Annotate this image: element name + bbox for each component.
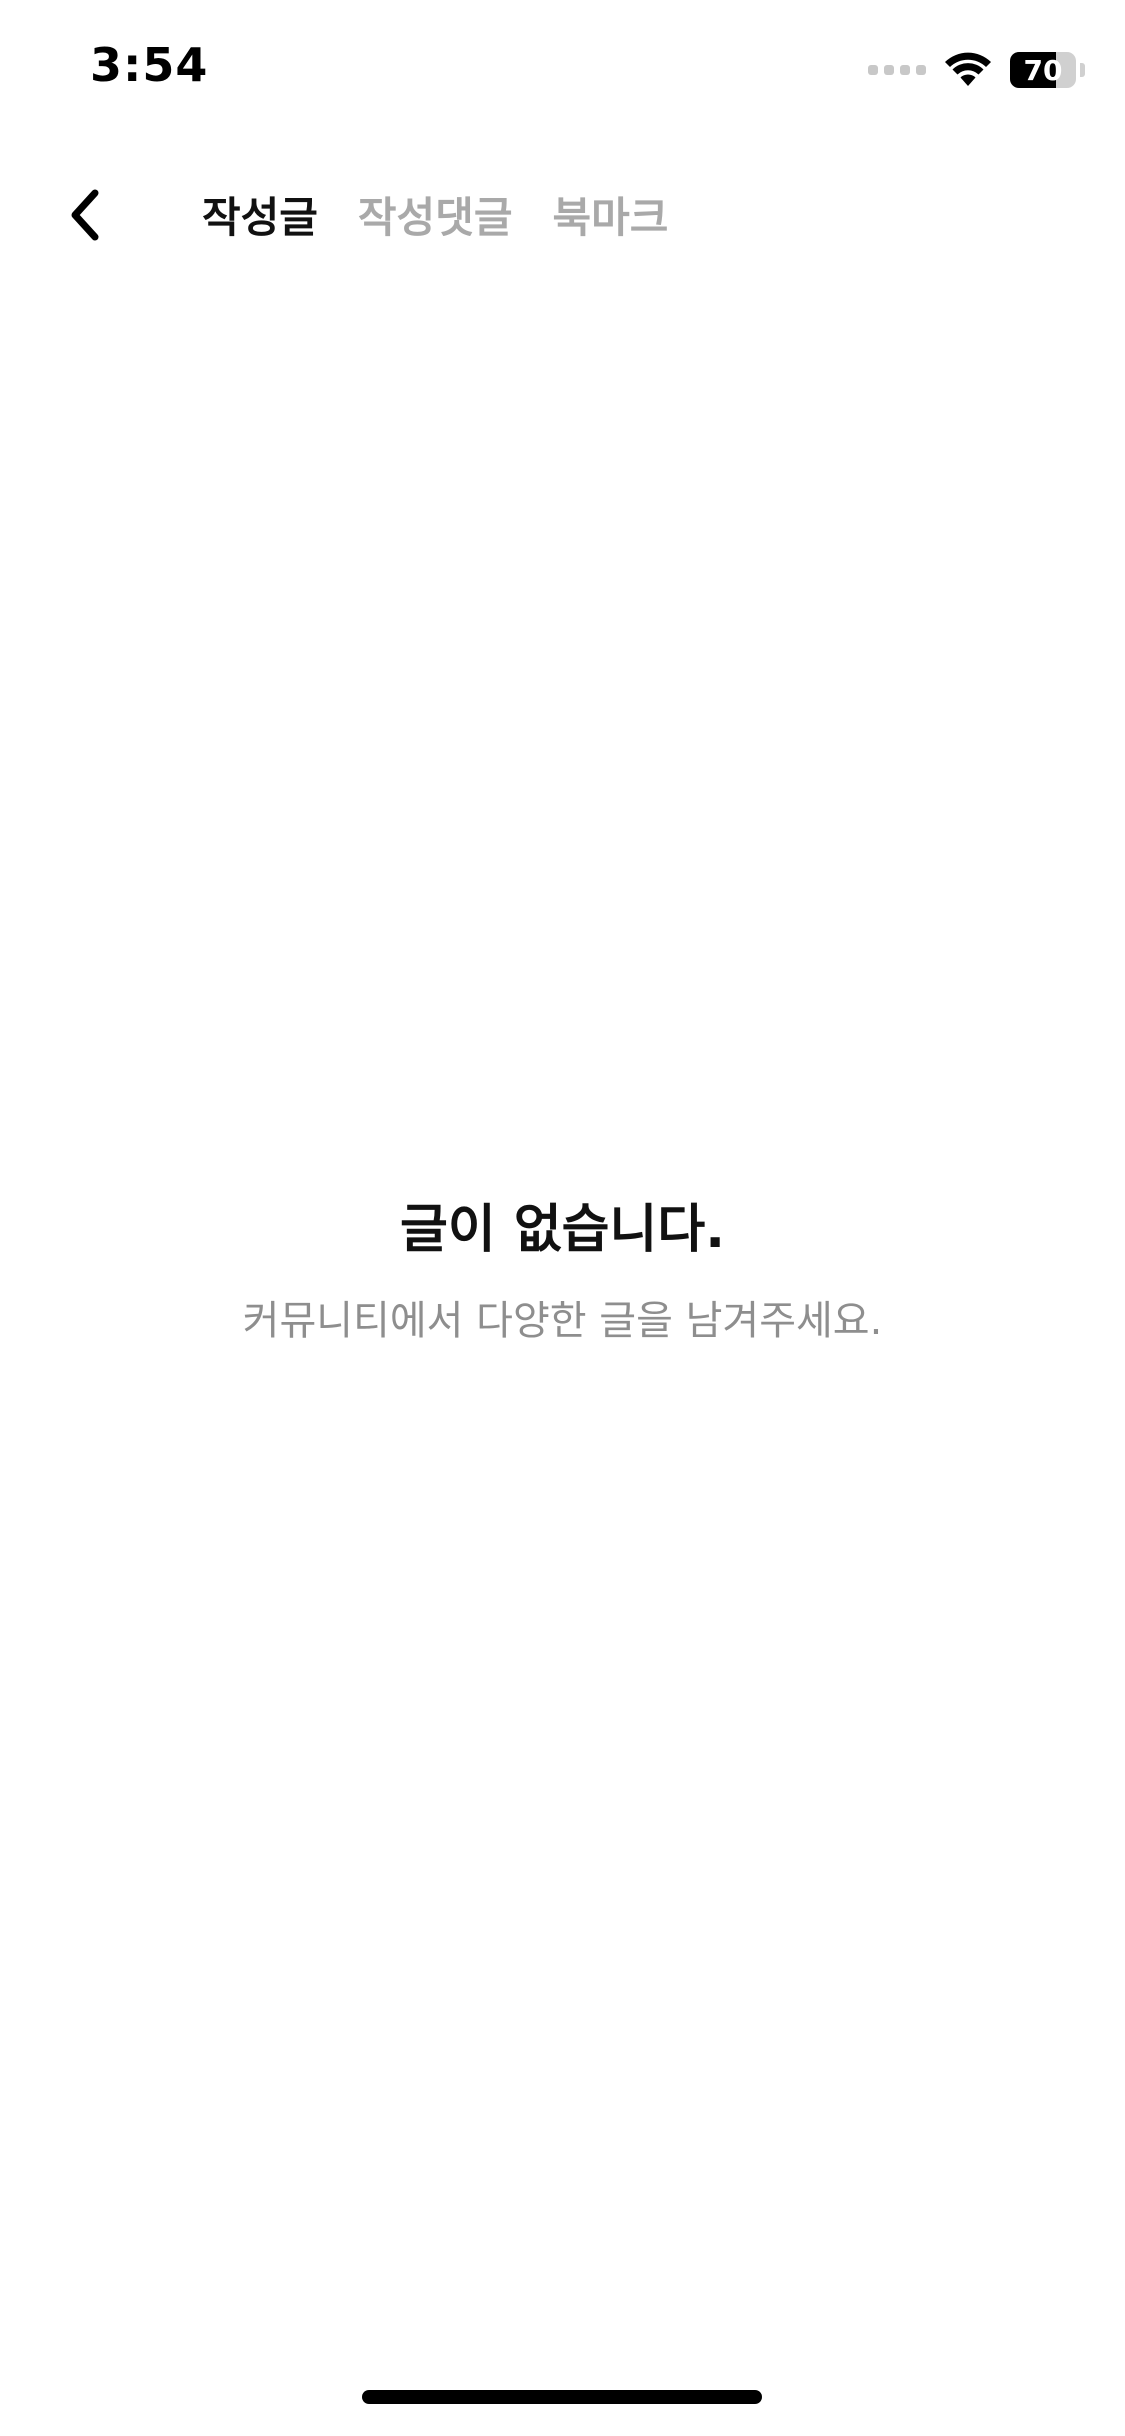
status-time: 3:54: [90, 38, 209, 92]
empty-state-subtitle: 커뮤니티에서 다양한 글을 남겨주세요.: [242, 1298, 883, 1344]
wifi-icon: [944, 52, 992, 88]
tab-bookmarks[interactable]: 북마크: [552, 188, 668, 248]
tab-bar: 작성글 작성댓글 북마크: [202, 188, 668, 248]
status-bar: 3:54 70: [0, 0, 1125, 140]
battery-icon: 70: [1010, 52, 1076, 88]
header: 작성글 작성댓글 북마크: [0, 170, 1125, 270]
empty-state: 글이 없습니다. 커뮤니티에서 다양한 글을 남겨주세요.: [0, 1195, 1125, 1349]
empty-state-title: 글이 없습니다.: [400, 1200, 725, 1260]
cellular-signal-icon: [868, 65, 926, 75]
tab-my-posts[interactable]: 작성글: [202, 188, 318, 248]
tab-my-comments[interactable]: 작성댓글: [358, 188, 513, 248]
home-indicator[interactable]: [362, 2390, 762, 2404]
battery-cap: [1080, 63, 1085, 77]
back-button[interactable]: [50, 182, 120, 252]
status-indicators: 70: [868, 48, 1085, 92]
chevron-left-icon: [65, 187, 105, 247]
battery-level: 70: [1023, 53, 1063, 87]
